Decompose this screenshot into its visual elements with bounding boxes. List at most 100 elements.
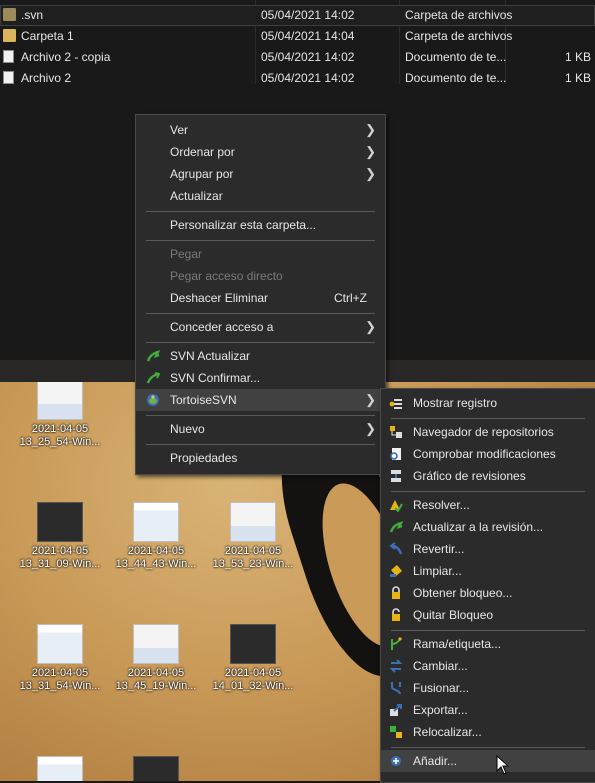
icon-label: 13_31_09-Win... [19, 558, 101, 570]
menu-item-actualizar-revision[interactable]: Actualizar a la revisión... [381, 516, 595, 538]
update-to-revision-icon [389, 521, 403, 533]
menu-item-conceder-acceso[interactable]: Conceder acceso a ❯ [136, 316, 385, 338]
chevron-right-icon: ❯ [365, 122, 376, 137]
svn-commit-icon [146, 372, 160, 384]
menu-item-deshacer-eliminar[interactable]: Deshacer Eliminar Ctrl+Z [136, 287, 385, 309]
menu-item-actualizar[interactable]: Actualizar [136, 185, 385, 207]
menu-item-comprobar-modificaciones[interactable]: Comprobar modificaciones [381, 443, 595, 465]
document-icon [3, 71, 14, 84]
menu-item-propiedades[interactable]: Propiedades [136, 447, 385, 469]
menu-item-quitar-bloqueo[interactable]: Quitar Bloqueo [381, 604, 595, 626]
menu-item-label: Comprobar modificaciones [413, 447, 556, 461]
menu-item-obtener-bloqueo[interactable]: Obtener bloqueo... [381, 582, 595, 604]
menu-item-label: Revertir... [413, 542, 465, 556]
menu-item-label: Exportar... [413, 703, 468, 717]
menu-item-fusionar[interactable]: Fusionar... [381, 677, 595, 699]
menu-item-relocalizar[interactable]: Relocalizar... [381, 721, 595, 743]
branch-tag-icon [391, 637, 402, 650]
file-size: 1 KB [564, 71, 591, 85]
menu-item-navegador-repositorios[interactable]: Navegador de repositorios [381, 421, 595, 443]
image-thumbnail [133, 502, 179, 542]
menu-item-cambiar[interactable]: Cambiar... [381, 655, 595, 677]
desktop-file-icon[interactable]: 2021-04-05 13_44_43-Win... [108, 502, 204, 571]
file-row[interactable]: Archivo 2 05/04/2021 14:02 Documento de … [0, 68, 595, 89]
repo-browser-icon [390, 426, 402, 438]
menu-separator [146, 211, 375, 212]
menu-item-ver[interactable]: Ver ❯ [136, 119, 385, 141]
menu-item-label: Deshacer Eliminar [170, 291, 269, 305]
menu-item-label: Propiedades [170, 451, 238, 465]
desktop-file-icon[interactable] [108, 756, 204, 781]
menu-item-exportar[interactable]: Exportar... [381, 699, 595, 721]
menu-item-revertir[interactable]: Revertir... [381, 538, 595, 560]
icon-label: 2021-04-05 [31, 423, 89, 435]
menu-separator [146, 415, 375, 416]
file-row[interactable]: Archivo 2 - copia 05/04/2021 14:02 Docum… [0, 47, 595, 68]
menu-separator [391, 418, 585, 419]
menu-item-ordenar-por[interactable]: Ordenar por ❯ [136, 141, 385, 163]
chevron-right-icon: ❯ [365, 421, 376, 436]
menu-item-label: Añadir... [413, 754, 458, 768]
menu-item-mostrar-registro[interactable]: Mostrar registro [381, 392, 595, 414]
menu-item-nuevo[interactable]: Nuevo ❯ [136, 418, 385, 440]
desktop-file-icon[interactable]: 2021-04-05 13_25_54-Win... [12, 380, 108, 449]
folder-icon [3, 29, 16, 42]
desktop-file-icon[interactable]: 2021-04-05 13_31_09-Win... [12, 502, 108, 571]
menu-item-label: SVN Actualizar [170, 349, 251, 363]
chevron-right-icon: ❯ [365, 144, 376, 159]
menu-item-tortoisesvn[interactable]: TortoiseSVN ❯ [136, 389, 385, 411]
menu-separator [391, 630, 585, 631]
file-row[interactable]: .svn 05/04/2021 14:02 Carpeta de archivo… [0, 5, 595, 26]
menu-item-personalizar[interactable]: Personalizar esta carpeta... [136, 214, 385, 236]
menu-item-svn-confirmar[interactable]: SVN Confirmar... [136, 367, 385, 389]
menu-item-label: Agrupar por [170, 167, 234, 181]
relocate-icon [390, 726, 402, 738]
menu-item-label: Gráfico de revisiones [413, 469, 526, 483]
chevron-right-icon: ❯ [365, 392, 376, 407]
file-size: 1 KB [564, 50, 591, 64]
menu-item-rama-etiqueta[interactable]: Rama/etiqueta... [381, 633, 595, 655]
desktop-file-icon[interactable]: 2021-04-05 13_45_19-Win... [108, 624, 204, 693]
icon-label: 14_01_32-Win... [212, 680, 294, 692]
menu-separator [391, 491, 585, 492]
file-name: Archivo 2 - copia [21, 50, 111, 64]
menu-item-label: Cambiar... [413, 659, 468, 673]
menu-item-grafico-revisiones[interactable]: Gráfico de revisiones [381, 465, 595, 487]
menu-item-label: Personalizar esta carpeta... [170, 218, 317, 232]
check-modifications-icon [390, 448, 401, 460]
menu-separator [146, 313, 375, 314]
file-name: Carpeta 1 [21, 29, 74, 43]
menu-item-limpiar[interactable]: Limpiar... [381, 560, 595, 582]
menu-item-anadir[interactable]: Añadir... [381, 750, 595, 772]
file-date: 05/04/2021 14:02 [261, 8, 355, 22]
mouse-cursor-icon [496, 755, 510, 775]
revision-graph-icon [391, 470, 401, 482]
menu-item-agrupar-por[interactable]: Agrupar por ❯ [136, 163, 385, 185]
icon-label: 13_31_54-Win... [19, 680, 101, 692]
image-thumbnail [133, 624, 179, 664]
show-log-icon [389, 399, 402, 409]
menu-item-label: Pegar acceso directo [170, 269, 283, 283]
tortoisesvn-submenu: Mostrar registro Navegador de repositori… [380, 388, 595, 783]
tortoisesvn-icon [147, 394, 159, 406]
file-date: 05/04/2021 14:02 [261, 71, 355, 85]
image-thumbnail [133, 756, 179, 781]
file-name: .svn [21, 8, 44, 22]
icon-label: 2021-04-05 [127, 545, 185, 557]
desktop-file-icon[interactable] [12, 756, 108, 781]
image-thumbnail [230, 624, 276, 664]
menu-item-label: Ordenar por [170, 145, 235, 159]
desktop-file-icon[interactable]: 2021-04-05 14_01_32-Win... [205, 624, 301, 693]
file-type: Documento de te... [405, 50, 507, 64]
image-thumbnail [37, 624, 83, 664]
desktop-file-icon[interactable]: 2021-04-05 13_53_23-Win... [205, 502, 301, 571]
image-thumbnail [37, 502, 83, 542]
icon-label: 13_44_43-Win... [115, 558, 197, 570]
desktop-file-icon[interactable]: 2021-04-05 13_31_54-Win... [12, 624, 108, 693]
folder-icon [3, 8, 16, 21]
menu-item-label: Pegar [170, 247, 203, 261]
file-row[interactable]: Carpeta 1 05/04/2021 14:04 Carpeta de ar… [0, 26, 595, 47]
menu-item-svn-actualizar[interactable]: SVN Actualizar [136, 345, 385, 367]
menu-item-resolver[interactable]: Resolver... [381, 494, 595, 516]
add-icon [391, 756, 401, 766]
